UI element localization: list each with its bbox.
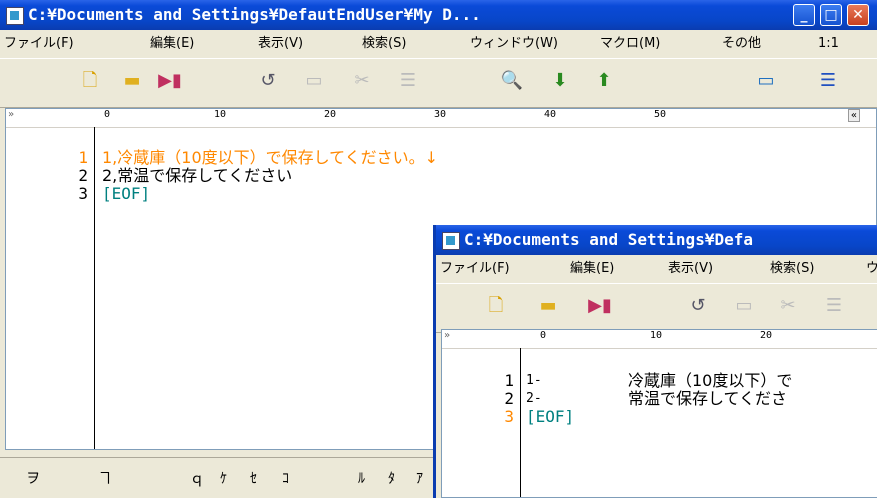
fkey-label[interactable]: ﾀ	[388, 468, 395, 488]
line-number: 3	[78, 184, 88, 203]
text-line[interactable]: 2,常温で保存してください	[102, 167, 292, 185]
text-line[interactable]: 常温で保存してくださ	[628, 390, 787, 408]
eof-marker: [EOF]	[102, 184, 151, 203]
line-prefix: 1-	[526, 373, 542, 388]
line-number: 2	[504, 389, 514, 408]
maximize-button[interactable]: □	[820, 4, 842, 26]
ruler-mark: 10	[214, 109, 227, 120]
menu-file[interactable]: ファイル(F)	[4, 30, 74, 58]
menu-bar: ファイル(F) 編集(E) 表示(V) 検索(S) ウ	[436, 255, 877, 283]
ruler-mark: 20	[324, 109, 337, 120]
toolbar: 🗋 ▬ ▶▮ ↺ ▭ ✂ ☰ 🔍 ⬇ ⬆ ▭ ☰	[0, 58, 877, 108]
ruler-mark: 0	[540, 330, 547, 341]
line-number: 1	[78, 148, 88, 167]
editor-window-second: C:¥Documents and Settings¥Defa ファイル(F) 編…	[433, 225, 877, 498]
save-icon[interactable]: ▶▮	[158, 71, 182, 91]
menu-window[interactable]: ウ	[866, 255, 877, 283]
menu-file[interactable]: ファイル(F)	[440, 255, 510, 283]
menu-window[interactable]: ウィンドウ(W)	[470, 30, 558, 58]
ruler-mark: 50	[654, 109, 667, 120]
app-icon[interactable]	[442, 232, 460, 250]
menu-view[interactable]: 表示(V)	[258, 30, 303, 58]
fkey-label[interactable]: ｱ	[416, 468, 423, 488]
line-number: 2	[78, 166, 88, 185]
app-icon[interactable]	[6, 7, 24, 25]
search-prev-icon[interactable]: ⬆	[592, 71, 616, 91]
title-bar[interactable]: C:¥Documents and Settings¥DefautEndUser¥…	[0, 0, 877, 30]
menu-zoom: 1:1	[818, 36, 839, 51]
copy-icon[interactable]: ▭	[302, 71, 326, 91]
window-title: C:¥Documents and Settings¥DefautEndUser¥…	[28, 5, 481, 24]
search-next-icon[interactable]: ⬇	[548, 71, 572, 91]
fkey-label[interactable]: ｑ	[190, 468, 204, 488]
split-window-icon[interactable]: ☰	[816, 71, 840, 91]
close-button[interactable]: ✕	[847, 4, 869, 26]
ruler-mark: 20	[760, 330, 773, 341]
ruler: » 0 10 20	[442, 330, 877, 349]
ruler: » 0 10 20 30 40 50 «	[6, 109, 876, 128]
open-folder-icon[interactable]: ▬	[120, 71, 144, 91]
menu-macro[interactable]: マクロ(M)	[600, 30, 660, 58]
text-line[interactable]: 冷蔵庫（10度以下）で	[628, 372, 792, 390]
ruler-mark: 30	[434, 109, 447, 120]
ruler-mark: 40	[544, 109, 557, 120]
fkey-label[interactable]: ｺ	[282, 468, 289, 488]
ruler-scroll-left-button[interactable]: «	[848, 109, 861, 122]
ruler-chevron-icon: »	[8, 109, 15, 120]
fkey-label[interactable]: ヿ	[98, 468, 112, 488]
edit-area[interactable]: » 0 10 20 1 1- 冷蔵庫（10度以下）で 2 2- 常温で保存してく…	[441, 329, 877, 498]
paste-icon[interactable]: ☰	[396, 71, 420, 91]
menu-other[interactable]: その他	[722, 30, 761, 58]
menu-search[interactable]: 検索(S)	[770, 255, 814, 283]
window-title: C:¥Documents and Settings¥Defa	[464, 230, 753, 249]
menu-view[interactable]: 表示(V)	[668, 255, 713, 283]
menu-edit[interactable]: 編集(E)	[570, 255, 614, 283]
open-folder-icon[interactable]: ▬	[536, 296, 560, 316]
fkey-label[interactable]: ｹ	[220, 468, 227, 488]
minimize-button[interactable]: _	[793, 4, 815, 26]
tag-jump-icon[interactable]: ▭	[754, 71, 778, 91]
new-file-icon[interactable]: 🗋	[78, 71, 102, 91]
menu-bar: ファイル(F) 編集(E) 表示(V) 検索(S) ウィンドウ(W) マクロ(M…	[0, 30, 877, 58]
title-bar[interactable]: C:¥Documents and Settings¥Defa	[436, 225, 877, 255]
save-icon[interactable]: ▶▮	[588, 296, 612, 316]
line-number: 1	[504, 371, 514, 390]
ruler-mark: 0	[104, 109, 111, 120]
ruler-mark: 10	[650, 330, 663, 341]
cut-icon[interactable]: ✂	[776, 296, 800, 316]
line-prefix: 2-	[526, 391, 542, 406]
search-icon[interactable]: 🔍	[500, 71, 524, 91]
undo-icon[interactable]: ↺	[256, 71, 280, 91]
line-number: 3	[504, 407, 514, 426]
new-file-icon[interactable]: 🗋	[484, 296, 508, 316]
fkey-label[interactable]: ﾙ	[358, 468, 365, 488]
gutter-divider	[94, 127, 95, 449]
ruler-chevron-icon: »	[444, 330, 451, 341]
toolbar: 🗋 ▬ ▶▮ ↺ ▭ ✂ ☰	[436, 283, 877, 333]
text-line[interactable]: 1,冷蔵庫（10度以下）で保存してください。↓	[102, 149, 438, 167]
paste-icon[interactable]: ☰	[822, 296, 846, 316]
copy-icon[interactable]: ▭	[732, 296, 756, 316]
fkey-label[interactable]: ｾ	[250, 468, 257, 488]
menu-search[interactable]: 検索(S)	[362, 30, 406, 58]
menu-edit[interactable]: 編集(E)	[150, 30, 194, 58]
fkey-label[interactable]: ヲ	[26, 468, 40, 488]
undo-icon[interactable]: ↺	[686, 296, 710, 316]
cut-icon[interactable]: ✂	[350, 71, 374, 91]
gutter-divider	[520, 348, 521, 497]
eof-marker: [EOF]	[526, 407, 575, 426]
